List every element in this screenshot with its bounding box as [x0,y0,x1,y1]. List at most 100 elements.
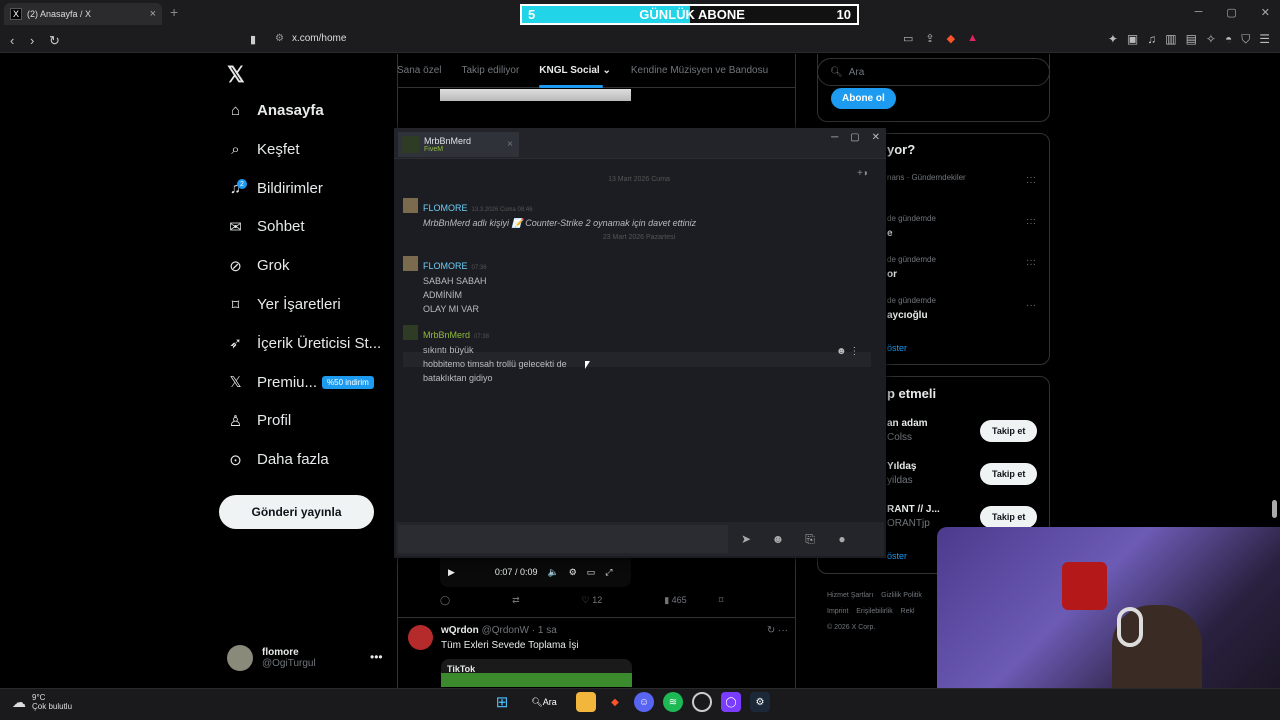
subscribe-button[interactable]: Abone ol [831,88,896,109]
minimize-icon[interactable]: ─ [831,132,838,143]
tweet-author[interactable]: wQrdon [441,625,479,636]
trend-name[interactable]: e [887,228,893,239]
minimize-icon[interactable]: ─ [1195,6,1203,19]
sidebar-item-4[interactable]: ✉ Sohbet [227,218,304,236]
url-field[interactable]: ⚙ x.com/home [275,33,346,44]
tab-kendine-muzisyen[interactable]: Kendine Müzisyen ve Bandosu [621,65,778,76]
volume-icon[interactable]: 🔈 [547,567,558,578]
close-icon[interactable]: ✕ [1261,6,1270,19]
brave-icon[interactable]: ◆ [605,692,625,712]
brave-rewards-icon[interactable]: ▲ [967,32,978,45]
maximize-icon[interactable]: ▢ [1226,6,1236,19]
play-icon[interactable]: ▶ [448,567,455,578]
close-chat-tab-icon[interactable]: × [507,139,513,150]
twitch-app-icon[interactable]: ◯ [721,692,741,712]
more-dots-icon[interactable]: ••• [370,650,383,664]
new-tab-button[interactable]: + [170,4,178,20]
bookmark-tweet-icon[interactable]: ⌑ [719,595,724,606]
sidebar-icon[interactable]: ▥ [1165,32,1176,47]
screenshot-icon[interactable]: ▣ [1127,32,1138,47]
follow-button[interactable]: Takip et [980,463,1038,485]
voice-icon[interactable]: ● [828,525,856,553]
message-avatar[interactable] [403,256,418,271]
footer-link[interactable]: Imprint [827,608,848,615]
install-icon[interactable]: ▭ [903,32,913,45]
settings-icon[interactable]: ⚙ [569,567,577,578]
trend-more-icon[interactable]: ··· [1026,300,1036,311]
suggested-user-name[interactable]: RANT // J... [887,504,940,515]
tweet[interactable]: wQrdon @QrdonW · 1 sa ↻ ··· Tüm Exleri S… [408,625,788,687]
bookmark-icon[interactable]: ▮ [250,33,256,46]
obs-icon[interactable] [692,692,712,712]
pip-icon[interactable]: ▭ [587,567,596,578]
trend-more-icon[interactable]: ··· [1026,218,1036,229]
message-avatar[interactable] [403,325,418,340]
weather-widget[interactable]: ☁ 9°C Çok bulutlu [12,693,72,711]
show-more-link-2[interactable]: öster [887,551,907,561]
sidebar-item-8[interactable]: 𝕏 Premiu... [227,374,317,392]
close-tab-icon[interactable]: × [150,8,156,20]
sidebar-item-2[interactable]: ⌕ Keşfet [227,141,299,158]
message-avatar[interactable] [403,198,418,213]
sidebar-item-5[interactable]: ⊘ Grok [227,257,289,275]
taskbar-search[interactable]: 🔍︎ Ara [521,692,567,712]
reload-icon[interactable]: ↻ [49,33,60,49]
sidebar-item-6[interactable]: ⌑ Yer İşaretleri [227,296,341,314]
sidebar-item-10[interactable]: ⊙ Daha fazla [227,451,329,469]
suggested-user-name[interactable]: Yıldaş [887,461,916,472]
x-logo-icon[interactable]: 𝕏 [227,62,245,88]
message-author[interactable]: MrbBnMerd [423,330,470,340]
spotify-icon[interactable]: ≋ [663,692,683,712]
discord-icon[interactable]: ☺ [634,692,654,712]
windows-start-icon[interactable]: ⊞ [492,692,512,712]
steam-icon[interactable]: ⚙ [750,692,770,712]
tab-sana-ozel[interactable]: Sana özel [397,65,451,76]
media-thumbnail[interactable] [440,89,631,101]
tweet-more-icon[interactable]: ↻ ··· [767,625,788,636]
back-icon[interactable]: ‹ [10,33,14,48]
wallet-icon[interactable]: ▤ [1186,32,1197,47]
post-button[interactable]: Gönderi yayınla [219,495,374,529]
trend-name[interactable]: aycıoğlu [887,310,928,321]
file-explorer-icon[interactable] [576,692,596,712]
sidebar-item-1[interactable]: ⌂ Anasayfa [227,102,324,119]
trend-name[interactable]: or [887,269,897,280]
suggested-user-name[interactable]: an adam [887,418,928,429]
reply-icon[interactable]: ◯ [440,595,450,606]
share-icon[interactable]: ⇪ [925,32,934,45]
fullscreen-icon[interactable]: ⤢ [605,567,612,578]
chat-tab[interactable]: MrbBnMerd FiveM × [398,132,519,157]
sidebar-item-7[interactable]: ➶ İçerik Üreticisi St... [227,335,381,353]
footer-link[interactable]: Erişilebilirlik [856,608,893,615]
menu-icon[interactable]: ☰ [1259,32,1270,47]
tweet-avatar[interactable] [408,625,433,650]
footer-link[interactable]: Rekl [901,608,915,615]
scrollbar-thumb[interactable] [1272,500,1277,518]
tab-kngl-social[interactable]: KNGL Social ⌄ [529,65,621,88]
shield-icon[interactable]: ⛉ [1241,32,1250,47]
message-author[interactable]: FLOMORE [423,261,468,271]
follow-button[interactable]: Takip et [980,506,1038,528]
footer-link[interactable]: Hizmet Şartları [827,592,873,599]
site-info-icon[interactable]: ⚙ [275,33,284,44]
emoticon-icon[interactable]: ☻ [764,525,792,553]
react-icon[interactable]: ☻ [836,346,847,357]
music-icon[interactable]: ♫ [1147,32,1156,47]
vpn-icon[interactable]: ◓ [1225,32,1232,47]
forward-icon[interactable]: › [30,33,34,48]
attach-icon[interactable]: ⎘ [796,525,824,553]
tiktok-media[interactable]: TikTok [441,659,632,687]
show-more-link[interactable]: öster [887,343,907,353]
close-icon[interactable]: ✕ [872,132,880,143]
trend-more-icon[interactable]: ··· [1026,177,1036,188]
trend-more-icon[interactable]: ··· [1026,259,1036,270]
maximize-icon[interactable]: ▢ [850,132,859,143]
add-friend-icon[interactable]: +◗ [857,168,869,179]
chat-input[interactable] [398,525,728,553]
sidebar-item-9[interactable]: ♙ Profil [227,412,291,430]
retweet-icon[interactable]: ⇄ [512,595,520,606]
message-menu-icon[interactable]: ⋮ [849,346,859,357]
like-button[interactable]: ♡ 12 [582,595,603,606]
browser-tab[interactable]: X (2) Anasayfa / X × [4,3,162,25]
message-author[interactable]: FLOMORE [423,203,468,213]
